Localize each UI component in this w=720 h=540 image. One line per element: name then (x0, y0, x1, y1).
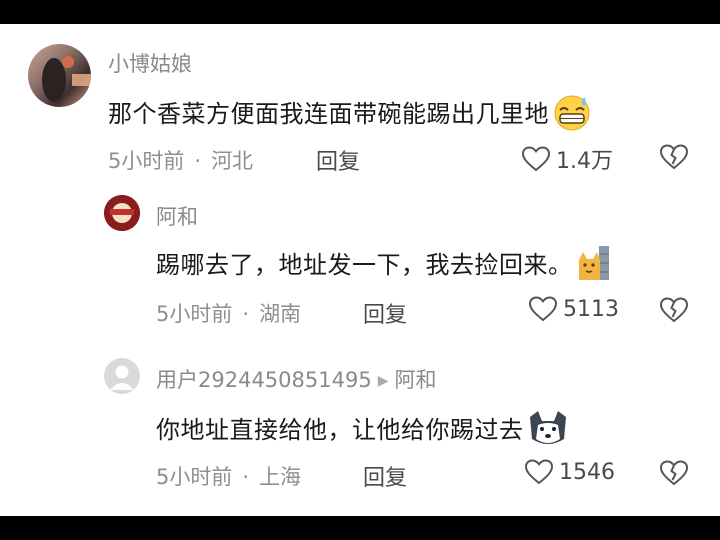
reply-button[interactable]: 回复 (363, 460, 407, 492)
timestamp: 5小时前 (156, 465, 233, 489)
timestamp: 5小时前 (156, 302, 233, 326)
dislike-button[interactable] (659, 297, 689, 327)
reply-header: 用户2924450851495 ▶ 阿和 (156, 364, 436, 394)
like-count: 1546 (559, 459, 615, 485)
comment-text: 踢哪去了，地址发一下，我去捡回来。 (156, 244, 611, 288)
like-count: 1.4万 (556, 149, 613, 174)
comment-meta: 5小时前 · 河北 (108, 145, 253, 175)
comment-meta: 5小时前 · 湖南 (156, 298, 301, 328)
reply-to-username[interactable]: 阿和 (394, 368, 436, 392)
username[interactable]: 阿和 (156, 201, 198, 231)
heart-icon (525, 459, 553, 485)
location: 上海 (259, 465, 302, 489)
reply-button[interactable]: 回复 (316, 144, 360, 176)
broken-heart-icon (659, 144, 689, 170)
broken-heart-icon (659, 460, 689, 486)
like-count: 5113 (563, 296, 619, 322)
avatar[interactable] (104, 195, 140, 231)
timestamp: 5小时前 (108, 149, 185, 173)
comment-panel: 小博姑娘 那个香菜方便面我连面带碗能踢出几里地 5小时前 · 河北 回复 1.4万 (0, 24, 720, 516)
avatar[interactable] (28, 44, 91, 107)
heart-icon (522, 146, 550, 172)
comment-text-content: 那个香菜方便面我连面带碗能踢出几里地 (108, 100, 549, 128)
separator-dot: · (194, 149, 202, 173)
comment-text-content: 你地址直接给他，让他给你踢过去 (156, 416, 524, 444)
husky-emoji-icon (526, 409, 570, 453)
location: 湖南 (259, 302, 302, 326)
username[interactable]: 小博姑娘 (108, 48, 192, 78)
comment-text: 你地址直接给他，让他给你踢过去 (156, 409, 570, 453)
like-button[interactable]: 5113 (529, 296, 619, 322)
heart-icon (529, 296, 557, 322)
dislike-button[interactable] (659, 144, 689, 174)
sweat-grin-emoji-icon (551, 93, 593, 137)
dislike-button[interactable] (659, 460, 689, 490)
avatar-image (104, 195, 140, 231)
comment-text-content: 踢哪去了，地址发一下，我去捡回来。 (156, 251, 573, 279)
reply-arrow-icon: ▶ (377, 373, 389, 389)
like-button[interactable]: 1.4万 (522, 143, 613, 175)
broken-heart-icon (659, 297, 689, 323)
cat-wall-emoji-icon (575, 244, 611, 288)
location: 河北 (211, 149, 254, 173)
username[interactable]: 用户2924450851495 (156, 368, 372, 392)
user-silhouette-icon (110, 365, 134, 390)
reply-button[interactable]: 回复 (363, 297, 407, 329)
like-button[interactable]: 1546 (525, 459, 615, 485)
comment-text: 那个香菜方便面我连面带碗能踢出几里地 (108, 93, 593, 137)
default-avatar[interactable] (104, 358, 140, 394)
comment-meta: 5小时前 · 上海 (156, 461, 301, 491)
separator-dot: · (242, 465, 250, 489)
separator-dot: · (242, 302, 250, 326)
avatar-image (42, 56, 91, 102)
